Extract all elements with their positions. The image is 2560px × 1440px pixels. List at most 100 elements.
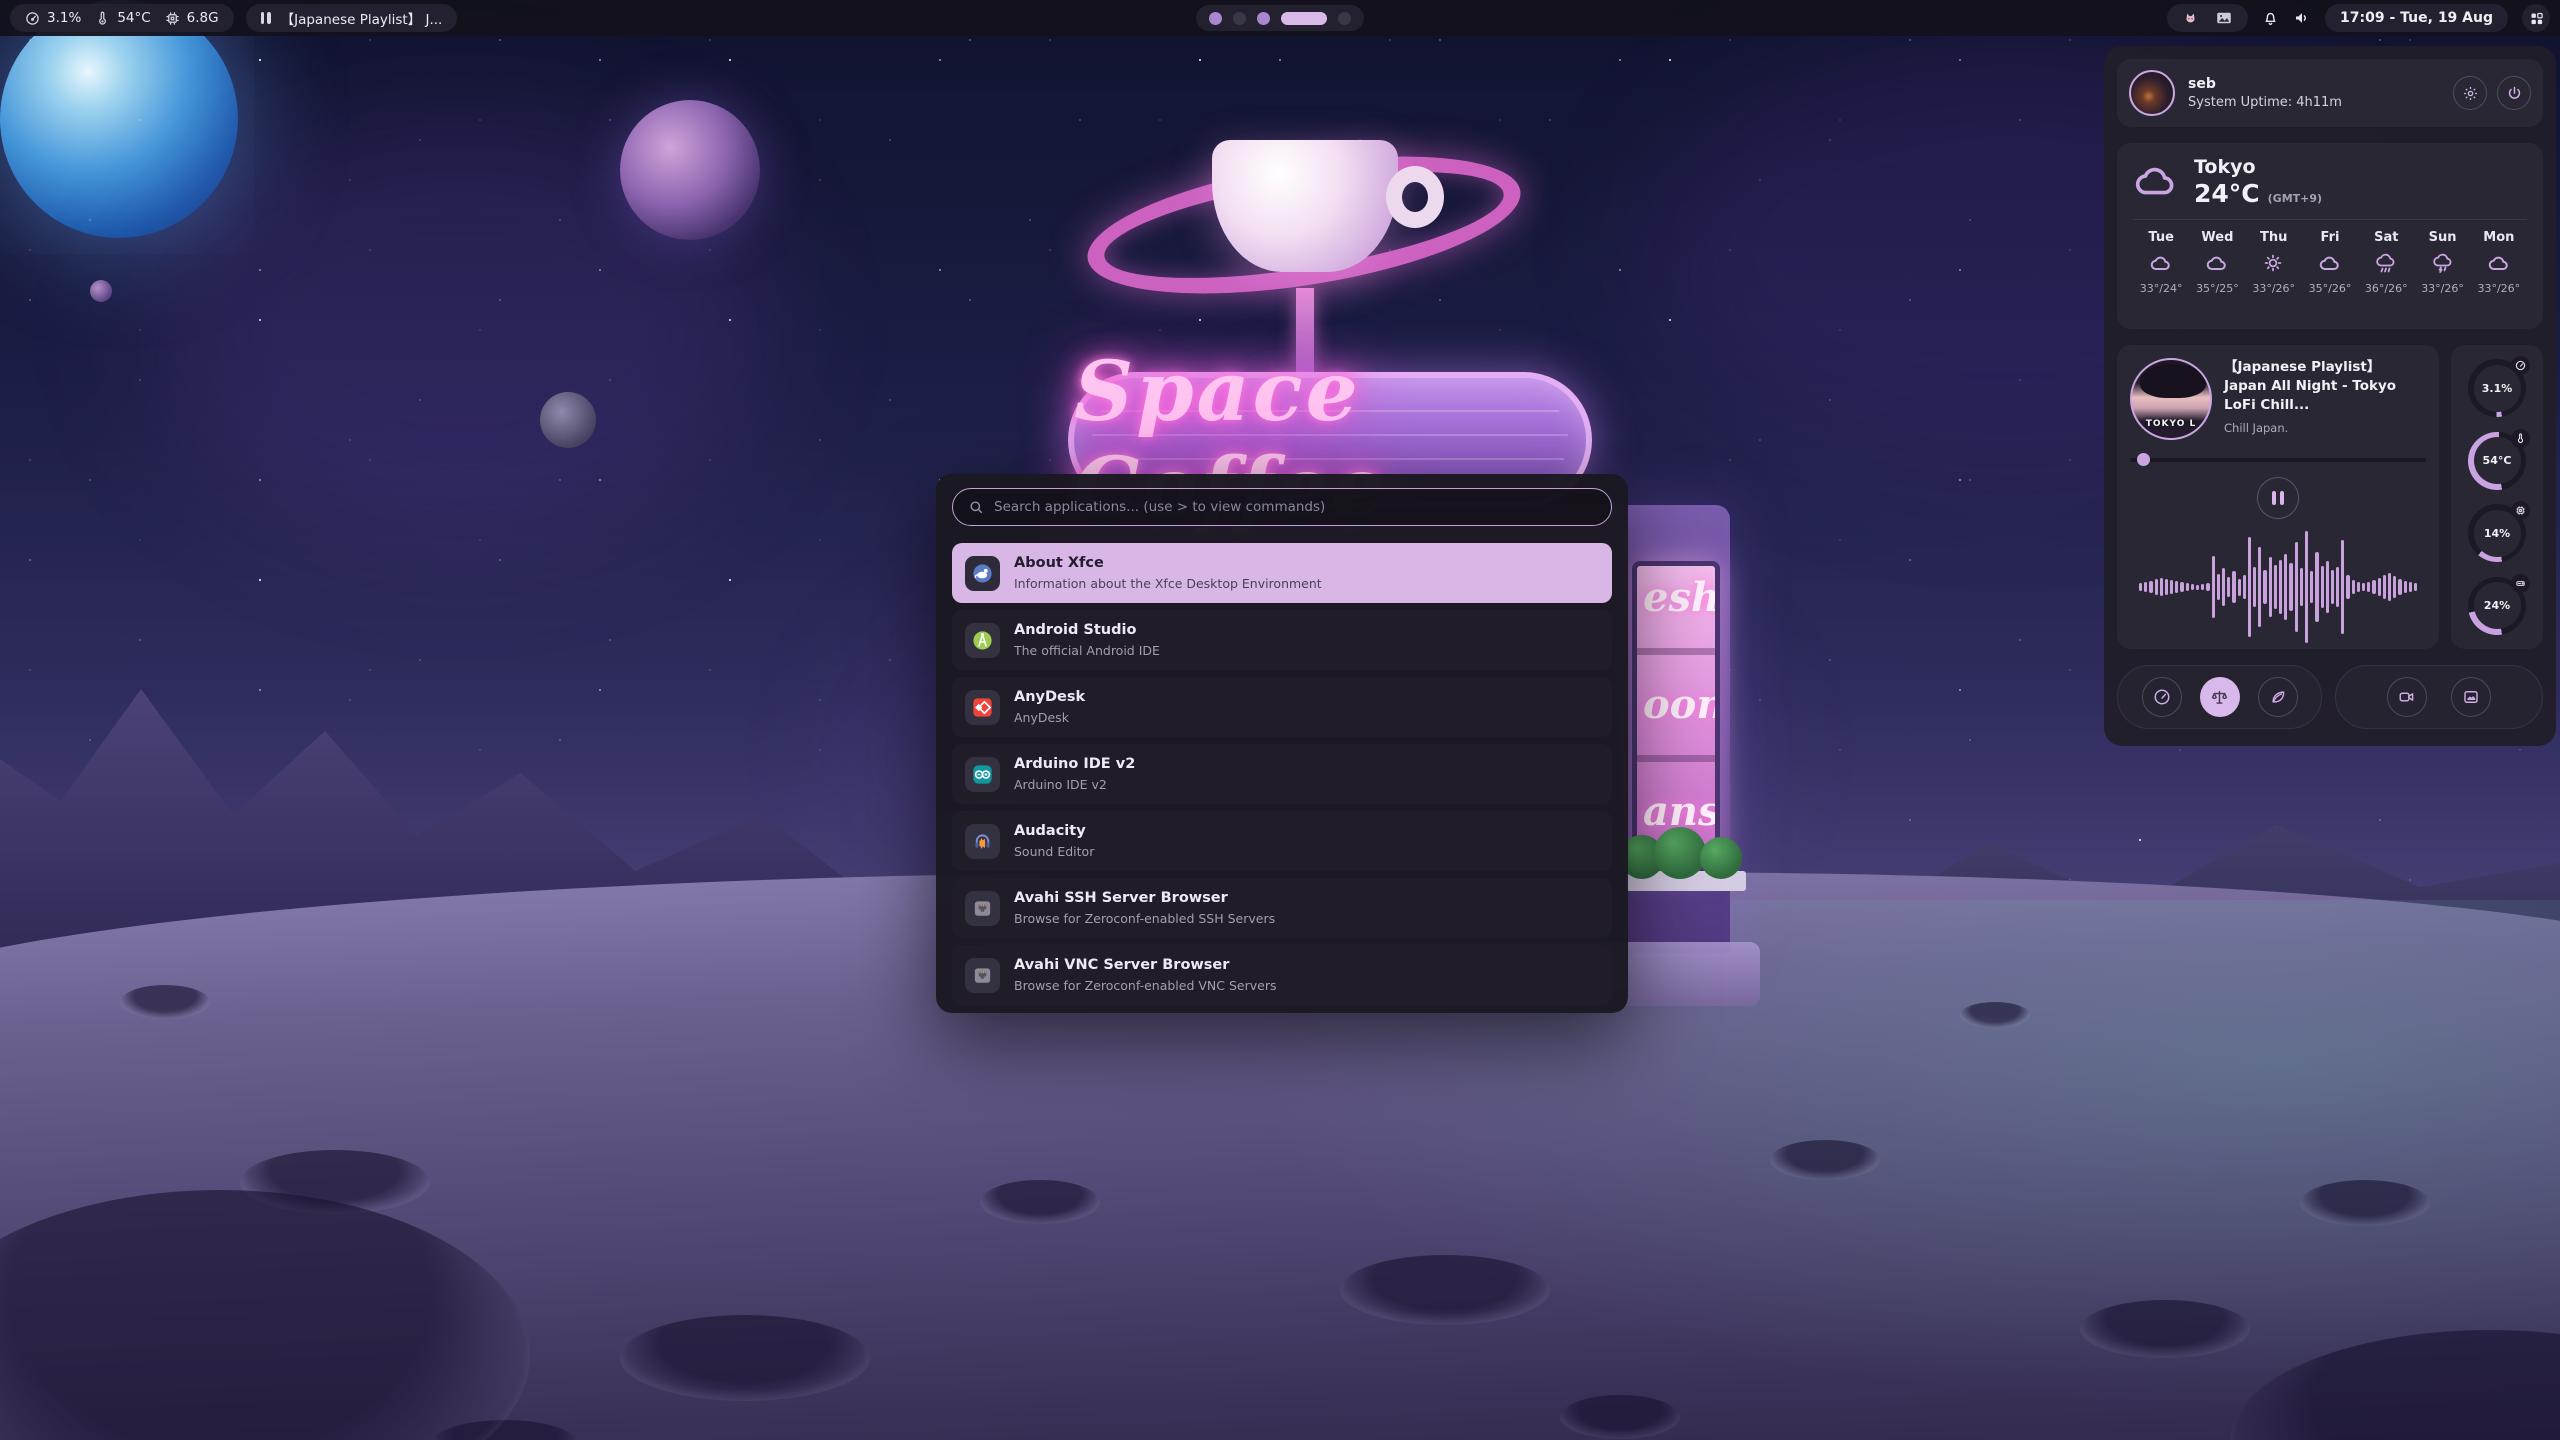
power-icon[interactable] bbox=[2497, 76, 2531, 110]
crater bbox=[1560, 1395, 1680, 1439]
audacity-icon bbox=[965, 824, 1000, 859]
disk-gauge: 24% bbox=[2468, 577, 2526, 635]
cloud-icon bbox=[2302, 252, 2358, 276]
app-description: AnyDesk bbox=[1014, 710, 1085, 725]
crater bbox=[120, 985, 210, 1019]
user-name: seb bbox=[2188, 76, 2342, 92]
crater bbox=[2080, 1300, 2250, 1358]
anydesk-icon bbox=[965, 690, 1000, 725]
cpu-value: 3.1% bbox=[47, 10, 81, 26]
app-row-audacity[interactable]: Audacity Sound Editor bbox=[952, 811, 1612, 871]
weather-forecast: Tue 33°/24° Wed 35°/25° Thu 33°/26° Fri … bbox=[2133, 230, 2527, 295]
app-description: Sound Editor bbox=[1014, 844, 1094, 859]
top-bar: 3.1% 54°C 6.8G 【Japanese Playlist】 J... bbox=[0, 0, 2560, 36]
workspace-dot-occupied[interactable] bbox=[1257, 12, 1270, 25]
workspace-dot-empty[interactable] bbox=[1338, 12, 1351, 25]
workspace-dot-active[interactable] bbox=[1281, 12, 1327, 25]
search-bar[interactable] bbox=[952, 488, 1612, 526]
now-playing-pill[interactable]: 【Japanese Playlist】 J... bbox=[246, 4, 458, 32]
app-name: Android Studio bbox=[1014, 622, 1160, 639]
mem-value: 6.8G bbox=[187, 10, 219, 26]
thermometer-icon bbox=[95, 11, 110, 26]
search-input[interactable] bbox=[994, 499, 1596, 515]
window-slat bbox=[1637, 755, 1715, 762]
system-gauges-card: 3.1% 54°C 14% 24% bbox=[2451, 345, 2543, 649]
cloud-icon bbox=[2133, 252, 2189, 276]
chip-icon bbox=[2511, 501, 2530, 520]
powersave-mode-button[interactable] bbox=[2258, 677, 2298, 717]
app-row-avahi-ssh[interactable]: Avahi SSH Server Browser Browse for Zero… bbox=[952, 878, 1612, 938]
cloud-icon bbox=[2471, 252, 2527, 276]
music-player-card: TOKYO L 【Japanese Playlist】 Japan All Ni… bbox=[2117, 345, 2439, 649]
seek-thumb[interactable] bbox=[2137, 453, 2150, 466]
app-description: Browse for Zeroconf-enabled VNC Servers bbox=[1014, 978, 1276, 993]
workspace-dots[interactable] bbox=[1196, 5, 1364, 31]
apps-grid-icon[interactable] bbox=[2522, 4, 2550, 32]
album-art[interactable]: TOKYO L bbox=[2130, 358, 2212, 440]
forecast-day: Thu 33°/26° bbox=[2246, 230, 2302, 295]
bush bbox=[1654, 827, 1706, 879]
speedometer-icon bbox=[25, 11, 40, 26]
speedometer-icon bbox=[2153, 688, 2171, 706]
forecast-day: Fri 35°/26° bbox=[2302, 230, 2358, 295]
workspace-dot-empty[interactable] bbox=[1233, 12, 1246, 25]
temp-stat: 54°C bbox=[95, 10, 150, 26]
workspace-dot-occupied[interactable] bbox=[1209, 12, 1222, 25]
temp-value: 54°C bbox=[117, 10, 150, 26]
bell-icon[interactable] bbox=[2262, 10, 2279, 27]
app-name: Avahi SSH Server Browser bbox=[1014, 890, 1275, 907]
forecast-day: Sat 36°/26° bbox=[2358, 230, 2414, 295]
speaker-icon[interactable] bbox=[2293, 9, 2311, 27]
app-launcher-panel: About Xfce Information about the Xfce De… bbox=[936, 474, 1628, 1013]
system-stats-pill[interactable]: 3.1% 54°C 6.8G bbox=[10, 4, 234, 32]
power-mode-group bbox=[2117, 665, 2322, 729]
sun-cloud-icon bbox=[2246, 252, 2302, 276]
crater bbox=[1960, 1002, 2030, 1028]
app-row-android-studio[interactable]: Android Studio The official Android IDE bbox=[952, 610, 1612, 670]
thermometer-icon bbox=[2511, 429, 2530, 448]
arduino-icon bbox=[965, 757, 1000, 792]
app-row-avahi-vnc[interactable]: Avahi VNC Server Browser Browse for Zero… bbox=[952, 945, 1612, 1005]
crater bbox=[1770, 1140, 1880, 1180]
app-description: Arduino IDE v2 bbox=[1014, 777, 1135, 792]
clock[interactable]: 17:09 - Tue, 19 Aug bbox=[2325, 4, 2508, 32]
storm-cloud-icon bbox=[2414, 252, 2470, 276]
screenshot-icon[interactable] bbox=[2451, 677, 2491, 717]
bush bbox=[1700, 837, 1742, 879]
weather-timezone: (GMT+9) bbox=[2268, 192, 2322, 205]
workspace-indicator bbox=[1196, 5, 1364, 31]
cafe-window: esh oon ans bbox=[1632, 561, 1720, 871]
avatar[interactable] bbox=[2129, 70, 2175, 116]
weather-temp: 24°C bbox=[2194, 179, 2260, 208]
image-icon[interactable] bbox=[2215, 9, 2233, 27]
clock-text: 17:09 - Tue, 19 Aug bbox=[2340, 10, 2493, 26]
forecast-day: Sun 33°/26° bbox=[2414, 230, 2470, 295]
pause-button[interactable] bbox=[2257, 477, 2299, 519]
rain-cloud-icon bbox=[2358, 252, 2414, 276]
seek-slider[interactable] bbox=[2130, 453, 2426, 466]
crater bbox=[1340, 1255, 1550, 1325]
app-description: The official Android IDE bbox=[1014, 643, 1160, 658]
video-camera-icon[interactable] bbox=[2387, 677, 2427, 717]
xfce-mouse-icon bbox=[965, 556, 1000, 591]
user-card: seb System Uptime: 4h11m bbox=[2117, 59, 2543, 127]
performance-mode-button[interactable] bbox=[2142, 677, 2182, 717]
balanced-mode-button[interactable] bbox=[2200, 677, 2240, 717]
cloud-icon bbox=[2189, 252, 2245, 276]
app-name: Arduino IDE v2 bbox=[1014, 756, 1135, 773]
crater bbox=[620, 1315, 870, 1401]
temperature-gauge: 54°C bbox=[2468, 432, 2526, 490]
cloud-icon bbox=[2133, 159, 2179, 205]
app-row-arduino[interactable]: Arduino IDE v2 Arduino IDE v2 bbox=[952, 744, 1612, 804]
network-port-icon bbox=[965, 958, 1000, 993]
app-description: Browse for Zeroconf-enabled SSH Servers bbox=[1014, 911, 1275, 926]
forecast-day: Wed 35°/25° bbox=[2189, 230, 2245, 295]
ram-gauge: 14% bbox=[2468, 504, 2526, 562]
settings-gear-icon[interactable] bbox=[2453, 76, 2487, 110]
cat-icon[interactable] bbox=[2182, 10, 2199, 27]
scales-icon bbox=[2210, 688, 2229, 707]
app-row-about-xfce[interactable]: About Xfce Information about the Xfce De… bbox=[952, 543, 1612, 603]
magnifier-icon bbox=[968, 499, 984, 515]
app-row-anydesk[interactable]: AnyDesk AnyDesk bbox=[952, 677, 1612, 737]
leaf-icon bbox=[2269, 688, 2287, 706]
